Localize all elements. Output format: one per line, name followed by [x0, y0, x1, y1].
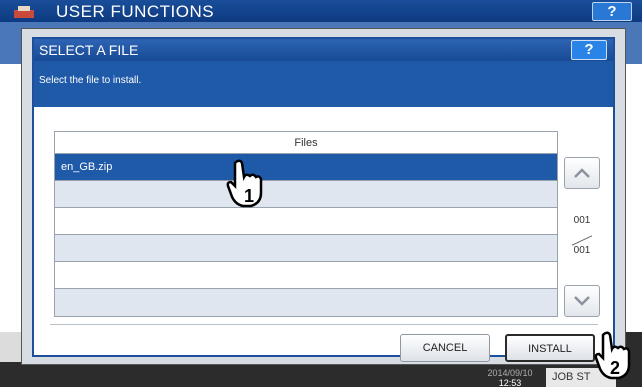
dialog-title-bar: SELECT A FILE ? — [34, 39, 613, 61]
scroll-down-button[interactable] — [564, 285, 600, 317]
file-table: Files en_GB.zip — [54, 131, 558, 317]
clock: 2014/09/10 12:53 — [480, 368, 540, 387]
background-help-button[interactable]: ? — [592, 2, 632, 21]
dialog-message-bar: Select the file to install. — [34, 61, 613, 107]
pointing-hand-icon: 2 — [594, 331, 631, 380]
dialog-title: SELECT A FILE — [39, 42, 139, 58]
chevron-up-icon — [574, 168, 590, 178]
machine-logo-icon — [14, 6, 34, 18]
file-row[interactable] — [55, 289, 557, 316]
chevron-down-icon — [574, 296, 590, 306]
clock-date: 2014/09/10 — [487, 368, 533, 378]
file-table-header: Files — [55, 132, 557, 154]
step-2-label: 2 — [610, 358, 620, 378]
page-current: 001 — [573, 215, 591, 226]
file-row[interactable] — [55, 208, 557, 235]
cancel-button[interactable]: CANCEL — [400, 334, 490, 362]
dialog-body: SELECT A FILE ? Select the file to insta… — [32, 37, 615, 362]
page-total: 001 — [573, 245, 591, 256]
pointing-hand-icon: 1 — [226, 159, 263, 208]
file-row[interactable] — [55, 181, 557, 208]
scroll-up-button[interactable] — [564, 157, 600, 189]
file-row[interactable] — [55, 262, 557, 289]
dialog-message: Select the file to install. — [39, 75, 142, 86]
file-row[interactable] — [55, 235, 557, 262]
background-header: USER FUNCTIONS ? — [0, 0, 642, 22]
dialog-divider — [50, 324, 598, 325]
step-1-label: 1 — [244, 186, 254, 206]
dialog-help-button[interactable]: ? — [571, 40, 607, 60]
install-button[interactable]: INSTALL — [505, 334, 595, 362]
select-file-dialog: SELECT A FILE ? Select the file to insta… — [21, 28, 626, 365]
background-title: USER FUNCTIONS — [56, 2, 215, 21]
file-row[interactable]: en_GB.zip — [55, 154, 557, 181]
clock-time: 12:53 — [498, 378, 522, 387]
